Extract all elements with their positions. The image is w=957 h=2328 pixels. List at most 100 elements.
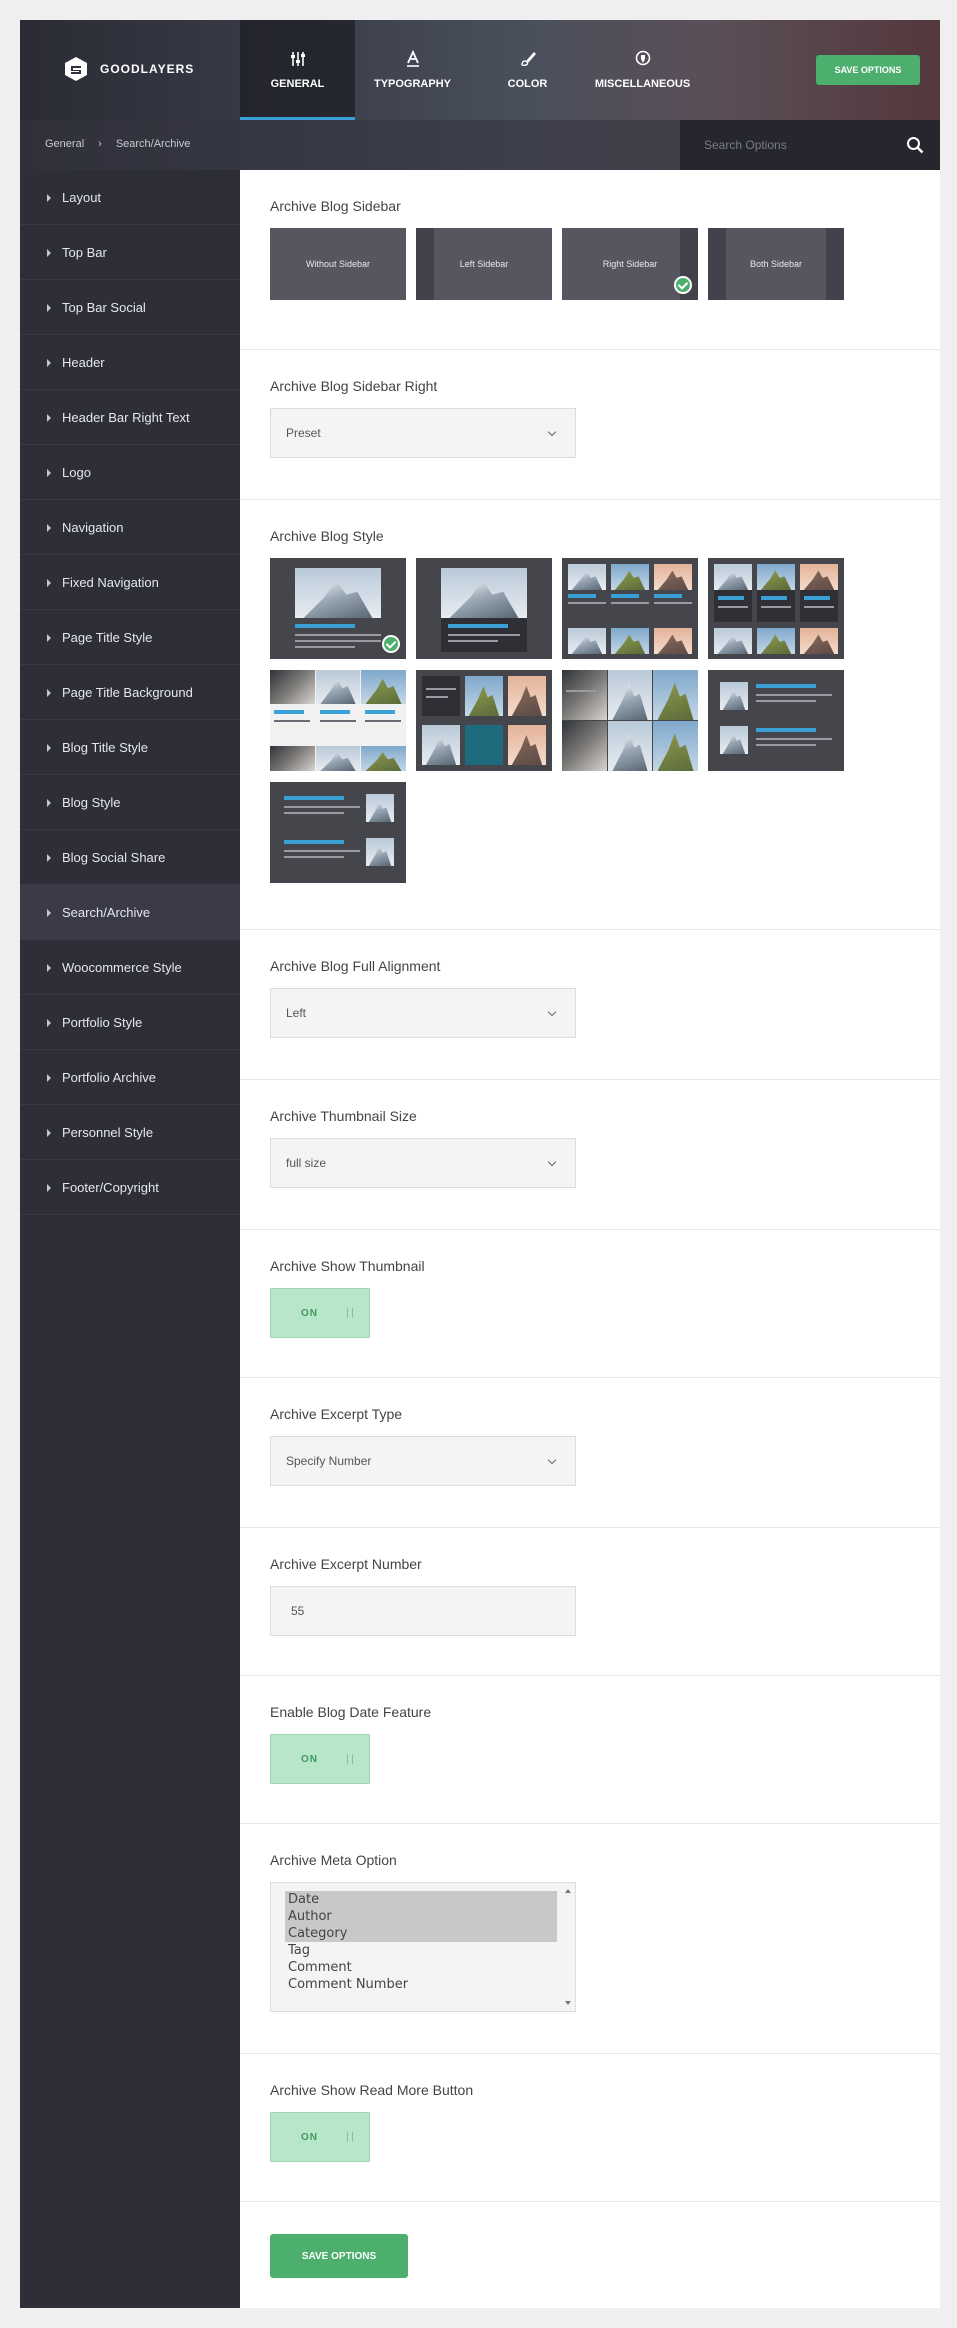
toggle-state: ON [301,1307,318,1319]
sidebar-preview-left [416,228,434,300]
sidebar-right-select[interactable]: Preset [270,408,576,458]
thumbnail-preview [508,676,546,716]
text-line [448,640,498,642]
sidebar-item-portfolio-archive[interactable]: Portfolio Archive [20,1050,240,1105]
show-thumbnail-toggle[interactable]: ON [270,1288,370,1338]
tab-typography[interactable]: TYPOGRAPHY [355,20,470,120]
logo[interactable]: GOODLAYERS [62,55,194,83]
breadcrumb-parent[interactable]: General [45,138,84,150]
title-line [568,594,596,598]
thumbnail-preview [568,628,606,654]
title-line [448,624,508,628]
layout-option-left-sidebar[interactable]: Left Sidebar [416,228,552,300]
layout-option-right-sidebar[interactable]: Right Sidebar [562,228,698,300]
meta-option-tag[interactable]: Tag [285,1942,557,1959]
blog-style-option-6[interactable] [416,670,552,771]
layout-option-without-sidebar[interactable]: Without Sidebar [270,228,406,300]
text-line [756,744,816,746]
blog-style-option-5[interactable] [270,670,406,771]
blog-style-option-8[interactable] [708,670,844,771]
sidebar-item-top-bar-social[interactable]: Top Bar Social [20,280,240,335]
sidebar-item-page-title-background[interactable]: Page Title Background [20,665,240,720]
layout-option-label: Left Sidebar [459,259,509,269]
toggle-grip-icon [347,2132,353,2142]
save-options-button-bottom[interactable]: SAVE OPTIONS [270,2234,408,2278]
blog-style-option-3[interactable] [562,558,698,659]
sidebar-item-blog-style[interactable]: Blog Style [20,775,240,830]
sidebar-item-footer-copyright[interactable]: Footer/Copyright [20,1160,240,1215]
blog-style-option-1[interactable] [270,558,406,659]
sidebar-item-layout[interactable]: Layout [20,170,240,225]
text-line [756,694,832,696]
section-title: Archive Blog Sidebar Right [270,378,438,394]
search-icon[interactable] [906,136,924,154]
blog-style-option-9[interactable] [270,782,406,883]
sliders-icon [290,52,305,66]
thumbnail-preview [568,564,606,590]
search-input[interactable] [680,120,900,170]
sidebar-item-top-bar[interactable]: Top Bar [20,225,240,280]
sidebar-item-fixed-navigation[interactable]: Fixed Navigation [20,555,240,610]
sidebar-item-blog-social-share[interactable]: Blog Social Share [20,830,240,885]
toggle-state: ON [301,2131,318,2143]
sidebar-item-personnel-style[interactable]: Personnel Style [20,1105,240,1160]
text-line [274,720,310,722]
layout-option-both-sidebar[interactable]: Both Sidebar [708,228,844,300]
tab-miscellaneous[interactable]: MISCELLANEOUS [585,20,700,120]
section-title: Archive Blog Sidebar [270,198,401,214]
meta-option-comment[interactable]: Comment [285,1959,557,1976]
thumbnail-preview [653,670,698,720]
sub-header-bar: General › Search/Archive [20,120,940,170]
blog-style-option-7[interactable] [562,670,698,771]
excerpt-type-select[interactable]: Specify Number [270,1436,576,1486]
excerpt-number-input[interactable] [270,1586,576,1636]
date-feature-toggle[interactable]: ON [270,1734,370,1784]
text-line [761,606,791,608]
text-line [295,640,381,642]
sidebar-item-blog-title-style[interactable]: Blog Title Style [20,720,240,775]
meta-option-author[interactable]: Author [285,1908,557,1925]
sidebar-item-header[interactable]: Header [20,335,240,390]
options-sidebar: Layout Top Bar Top Bar Social Header Hea… [20,170,240,2308]
blog-style-option-4[interactable] [708,558,844,659]
full-alignment-select[interactable]: Left [270,988,576,1038]
tab-color[interactable]: COLOR [470,20,585,120]
meta-option-date[interactable]: Date [285,1891,557,1908]
sidebar-item-logo[interactable]: Logo [20,445,240,500]
thumbnail-preview [316,746,360,771]
thumbnail-size-select[interactable]: full size [270,1138,576,1188]
thumbnail-preview [757,628,795,654]
text-line [611,602,649,604]
brush-icon [520,51,536,66]
sidebar-item-page-title-style[interactable]: Page Title Style [20,610,240,665]
sidebar-item-navigation[interactable]: Navigation [20,500,240,555]
sidebar-item-search-archive[interactable]: Search/Archive [20,885,240,940]
thumbnail-preview [800,628,838,654]
read-more-toggle[interactable]: ON [270,2112,370,2162]
meta-option-multiselect[interactable]: Date Author Category Tag Comment Comment… [270,1882,576,2012]
meta-option-comment-number[interactable]: Comment Number [285,1976,557,1993]
layout-option-label: Without Sidebar [305,259,371,269]
meta-option-category[interactable]: Category [285,1925,557,1942]
save-options-button-top[interactable]: SAVE OPTIONS [816,55,920,85]
thumbnail-preview [611,564,649,590]
sidebar-item-portfolio-style[interactable]: Portfolio Style [20,995,240,1050]
sidebar-item-woocommerce-style[interactable]: Woocommerce Style [20,940,240,995]
scroll-up-icon[interactable] [565,1889,571,1893]
section-archive-blog-sidebar: Archive Blog Sidebar Without Sidebar Lef… [240,170,940,350]
thumbnail-preview [757,564,795,590]
tab-general[interactable]: GENERAL [240,20,355,120]
section-title: Archive Meta Option [270,1852,397,1868]
toggle-grip-icon [347,1754,353,1764]
section-title: Archive Show Read More Button [270,2082,474,2098]
thumbnail-preview [714,564,752,590]
text-line [568,602,606,604]
scroll-down-icon[interactable] [565,2001,571,2005]
thumbnail-preview [608,721,652,771]
thumbnail-preview [608,670,652,720]
text-line [566,690,596,692]
blog-style-option-2[interactable] [416,558,552,659]
tab-label: GENERAL [270,78,325,90]
selected-check-icon [674,276,692,294]
sidebar-item-header-bar-right-text[interactable]: Header Bar Right Text [20,390,240,445]
